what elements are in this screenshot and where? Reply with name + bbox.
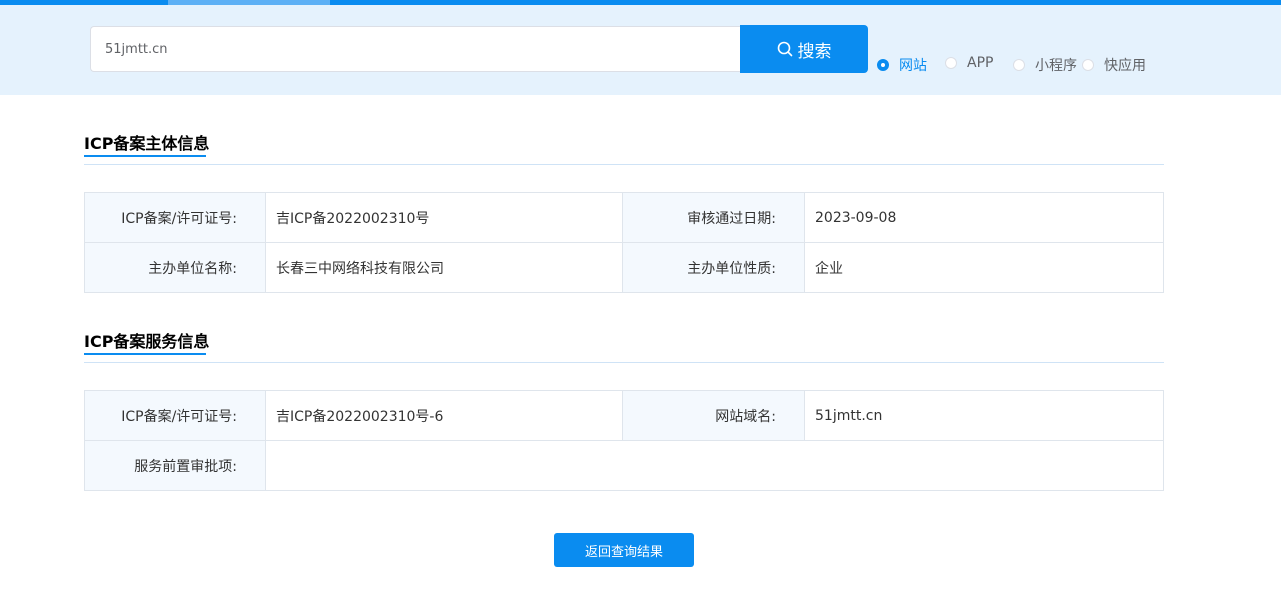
radio-app[interactable]: APP (945, 55, 993, 71)
field-value: 长春三中网络科技有限公司 (265, 242, 623, 293)
field-label: 主办单位名称: (84, 242, 266, 293)
search-button-label: 搜索 (797, 41, 832, 62)
radio-quick-app[interactable]: 快应用 (1082, 55, 1146, 75)
radio-label: APP (967, 55, 994, 71)
field-value: 吉ICP备2022002310号-6 (265, 390, 623, 441)
field-label: 审核通过日期: (622, 192, 805, 243)
field-value: 企业 (804, 242, 1164, 293)
field-label: 主办单位性质: (622, 242, 805, 293)
radio-website[interactable]: 网站 (877, 55, 927, 75)
radio-dot (1082, 59, 1094, 71)
search-icon (777, 41, 792, 57)
field-value: 51jmtt.cn (804, 390, 1164, 441)
section-divider (84, 362, 1164, 363)
radio-label: 快应用 (1104, 58, 1146, 74)
radio-dot (1013, 59, 1025, 71)
radio-label: 小程序 (1035, 58, 1077, 74)
field-label: 网站域名: (622, 390, 805, 441)
field-value (265, 440, 1164, 491)
search-button[interactable]: 搜索 (740, 25, 868, 73)
section-title-service: ICP备案服务信息 (84, 332, 210, 351)
field-label: 服务前置审批项: (84, 440, 266, 491)
field-label: ICP备案/许可证号: (84, 390, 266, 441)
field-value: 2023-09-08 (804, 192, 1164, 243)
radio-label: 网站 (899, 58, 927, 74)
field-label: ICP备案/许可证号: (84, 192, 266, 243)
search-input[interactable] (90, 26, 740, 72)
section-title-underline (84, 353, 206, 355)
section-title-underline (84, 155, 206, 157)
back-to-results-button[interactable]: 返回查询结果 (554, 533, 694, 567)
section-divider (84, 164, 1164, 165)
section-title-subject: ICP备案主体信息 (84, 134, 210, 153)
field-value: 吉ICP备2022002310号 (265, 192, 623, 243)
radio-dot (945, 57, 957, 69)
radio-mini-program[interactable]: 小程序 (1013, 55, 1077, 75)
radio-dot (877, 59, 889, 71)
